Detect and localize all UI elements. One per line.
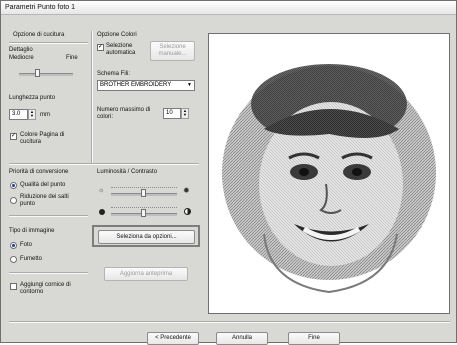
- lunghezza-label: Lunghezza punto: [9, 95, 56, 101]
- riduzione-radio[interactable]: [10, 197, 17, 204]
- selezione-automatica-label: Selezione automatica: [106, 43, 136, 56]
- unit-label: mm: [40, 112, 50, 118]
- selezione-manuale-button[interactable]: Selezione manuale...: [150, 41, 195, 61]
- sun-bright-icon: ✹: [183, 186, 190, 195]
- vertical-separator: [91, 31, 93, 163]
- separator: [9, 321, 450, 323]
- fine-button[interactable]: Fine: [288, 332, 340, 345]
- group-label-cucitura: Opzione di cucitura: [13, 32, 65, 38]
- contrast-low-icon: [99, 209, 105, 215]
- cornice-label: Aggiungi cornice di contorno: [20, 282, 71, 295]
- dettaglio-slider-thumb[interactable]: [35, 69, 40, 77]
- schema-fili-select[interactable]: BROTHER EMBROIDERY ▼: [97, 80, 195, 91]
- qualita-label: Qualità del punto: [20, 182, 66, 188]
- foto-radio[interactable]: [10, 242, 17, 249]
- fumetto-label: Fumetto: [20, 256, 43, 262]
- dettaglio-slider-track[interactable]: [19, 73, 73, 76]
- window-title: Parametri Punto foto 1: [5, 4, 76, 11]
- colore-pagina-checkbox[interactable]: ✓: [10, 133, 17, 140]
- schema-fili-value: BROTHER EMBROIDERY: [100, 82, 172, 88]
- separator: [9, 215, 88, 217]
- preview-pane: [208, 33, 450, 314]
- qualita-radio[interactable]: [10, 182, 17, 189]
- fumetto-radio[interactable]: [10, 256, 17, 263]
- numero-colori-label: Numero massimo di colori:: [97, 107, 151, 120]
- numero-colori-input[interactable]: 10: [163, 108, 181, 119]
- luminosita-slider-thumb[interactable]: [141, 189, 146, 197]
- sun-icon: ☼: [98, 187, 105, 194]
- riduzione-label: Riduzione dei salti punto: [20, 194, 69, 207]
- lunghezza-spinner[interactable]: ▲ ▼: [28, 109, 36, 120]
- group-label-colori: Opzione Colori: [97, 32, 137, 38]
- contrast-slider-thumb[interactable]: [141, 209, 146, 217]
- foto-label: Foto: [20, 242, 33, 248]
- separator: [9, 272, 88, 274]
- annulla-button[interactable]: Annulla: [216, 332, 268, 345]
- embroidery-preview-image: [222, 64, 436, 294]
- lunghezza-input[interactable]: 3.0: [9, 109, 28, 120]
- dettaglio-label: Dettaglio: [9, 47, 33, 53]
- contrast-high-icon: [184, 208, 191, 215]
- cornice-checkbox[interactable]: [10, 283, 17, 290]
- luminosita-label: Luminosità / Contrasto: [97, 169, 158, 175]
- title-bar: Parametri Punto foto 1: [1, 1, 456, 15]
- dialog-window: Parametri Punto foto 1 Opzione di cucitu…: [0, 0, 457, 345]
- separator: [9, 163, 199, 165]
- seleziona-opzioni-button[interactable]: Seleziona da opzioni...: [98, 230, 195, 244]
- tipo-immagine-label: Tipo di immagine: [9, 228, 55, 234]
- precedente-button[interactable]: < Precedente: [147, 332, 199, 345]
- aggiorna-anteprima-button[interactable]: Aggiorna anteprima: [104, 267, 188, 281]
- fine-label: Fine: [66, 55, 78, 61]
- mediocre-label: Mediocre: [9, 55, 34, 61]
- chevron-down-icon: ▼: [187, 82, 192, 88]
- selezione-automatica-checkbox[interactable]: ✓: [97, 44, 104, 51]
- colore-pagina-label: Colore Pagina di cucitura: [20, 132, 65, 145]
- schema-fili-label: Schema Fili:: [97, 71, 131, 77]
- separator: [9, 42, 88, 44]
- numero-colori-spinner[interactable]: ▲ ▼: [181, 108, 189, 119]
- priorita-label: Priorità di conversione: [9, 169, 69, 175]
